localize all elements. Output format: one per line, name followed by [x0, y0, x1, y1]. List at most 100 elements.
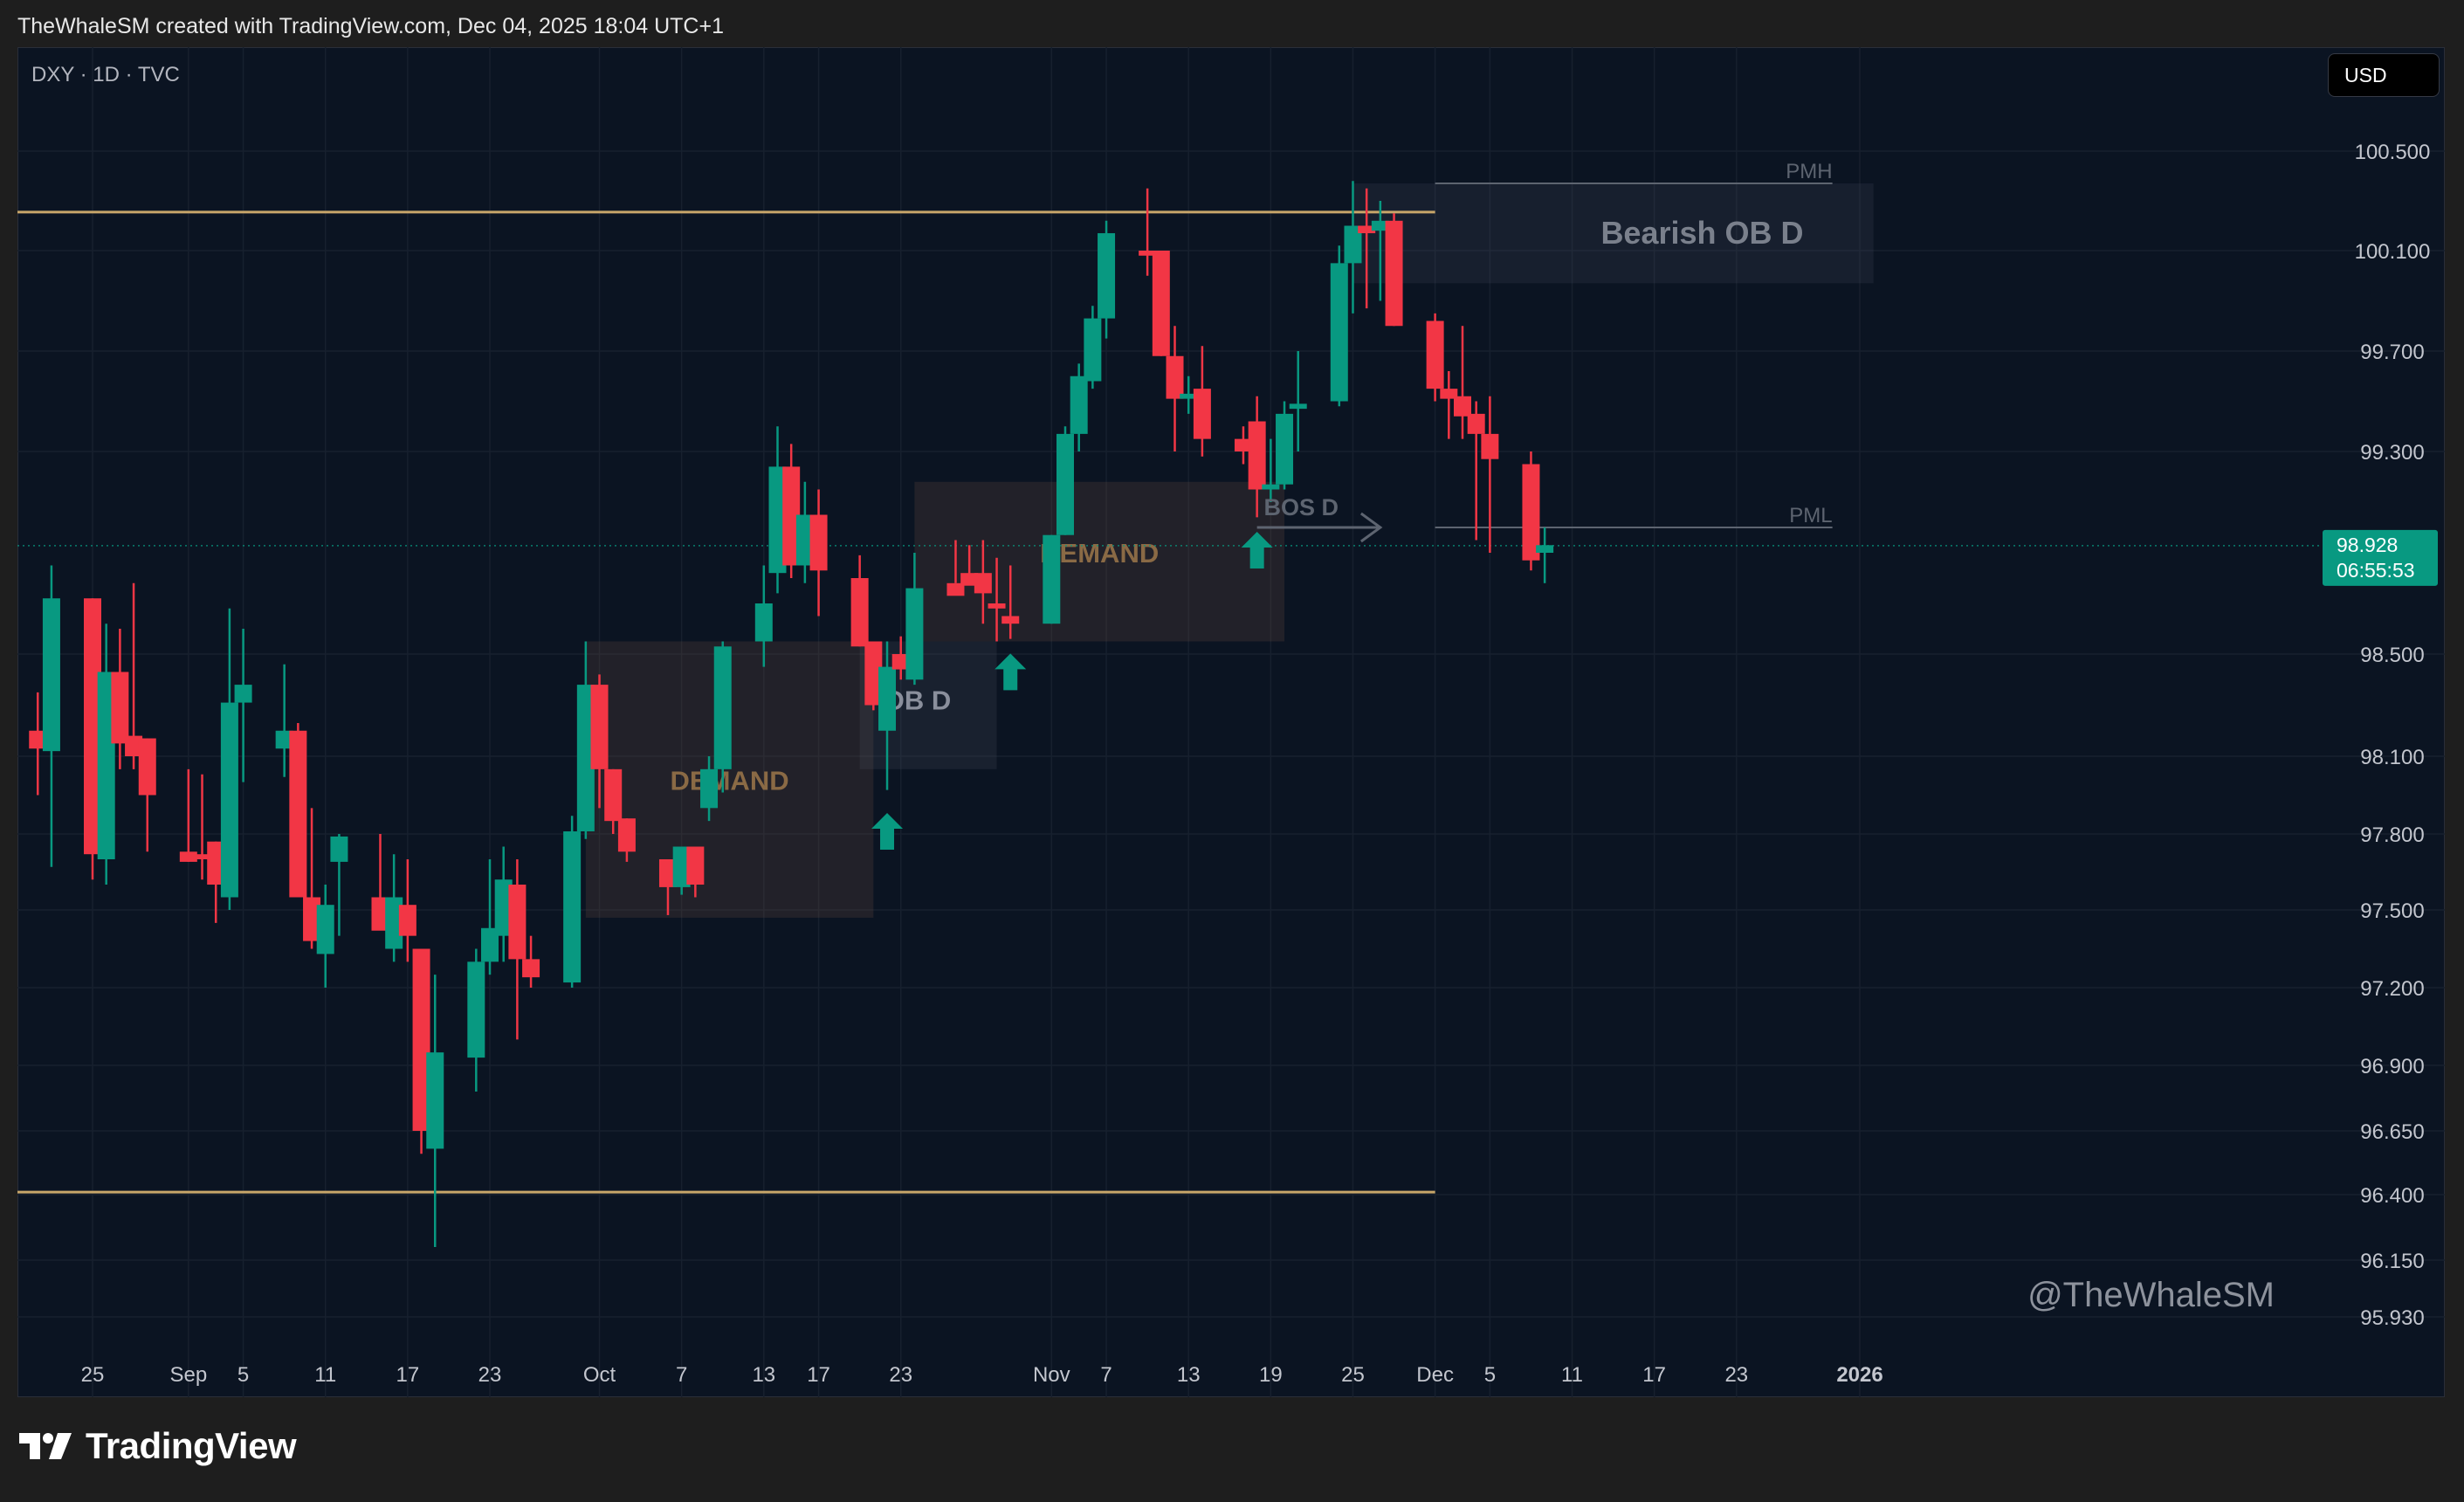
y-tick-label: 99.300 — [2360, 441, 2424, 465]
horizontal-levels: PMH PML — [17, 160, 2427, 1194]
y-tick-label: 96.900 — [2360, 1055, 2424, 1078]
candlestick-chart[interactable]: DEMANDOB DDEMANDBearish OB D PMHPML BOS … — [17, 47, 2445, 1397]
candle[interactable] — [604, 768, 623, 822]
brand-logo[interactable]: TradingView — [19, 1425, 297, 1467]
candle[interactable] — [1454, 396, 1471, 417]
candle[interactable] — [1385, 220, 1403, 327]
candle[interactable] — [1536, 545, 1554, 553]
candle[interactable] — [508, 885, 527, 960]
candle[interactable] — [878, 666, 897, 731]
candle[interactable] — [1481, 433, 1499, 459]
y-tick-label: 100.100 — [2355, 240, 2431, 264]
x-tick-label: Nov — [1033, 1363, 1070, 1387]
candle[interactable] — [426, 1052, 444, 1149]
candle[interactable] — [1289, 403, 1307, 410]
x-tick-label: 25 — [1341, 1363, 1365, 1387]
x-tick-label: 11 — [1561, 1363, 1583, 1387]
y-tick-label: 99.700 — [2360, 341, 2424, 364]
x-tick-label: 5 — [1484, 1363, 1496, 1387]
arrow-up-icon[interactable] — [871, 813, 904, 850]
x-tick-label: 7 — [1100, 1363, 1112, 1387]
x-tick-label: 17 — [1642, 1363, 1666, 1387]
zone-label: DEMAND — [671, 766, 789, 796]
candle[interactable] — [42, 598, 60, 752]
bos-label: BOS D — [1263, 494, 1339, 520]
y-tick-label: 96.400 — [2360, 1184, 2424, 1208]
candle[interactable] — [988, 603, 1006, 609]
candle[interactable] — [713, 646, 732, 769]
x-tick-label: 11 — [314, 1363, 336, 1387]
candle[interactable] — [330, 836, 348, 862]
candle[interactable] — [1001, 616, 1020, 624]
y-tick-label: 97.500 — [2360, 899, 2424, 923]
x-tick-label: 17 — [396, 1363, 420, 1387]
candle[interactable] — [1330, 263, 1348, 402]
x-tick-label: 2026 — [1836, 1363, 1882, 1387]
candle[interactable] — [1098, 233, 1116, 319]
candle[interactable] — [1426, 320, 1444, 389]
candle[interactable] — [1056, 433, 1074, 535]
candle[interactable] — [1152, 251, 1170, 356]
candle[interactable] — [1248, 421, 1266, 490]
candle[interactable] — [316, 905, 334, 954]
candle[interactable] — [700, 768, 719, 809]
candle[interactable] — [1043, 534, 1061, 624]
candle[interactable] — [1193, 389, 1211, 439]
candle[interactable] — [754, 603, 773, 642]
x-tick-label: 13 — [752, 1363, 775, 1387]
y-tick-label: 97.200 — [2360, 977, 2424, 1001]
candle[interactable] — [617, 818, 636, 852]
x-tick-label: 25 — [81, 1363, 105, 1387]
candle[interactable] — [686, 846, 705, 885]
candle[interactable] — [1070, 376, 1088, 434]
candle[interactable] — [974, 573, 992, 594]
symbol-label[interactable]: DXY · 1D · TVC — [31, 63, 180, 87]
candle[interactable] — [467, 961, 485, 1058]
x-tick-label: 13 — [1177, 1363, 1201, 1387]
x-tick-label: Oct — [583, 1363, 616, 1387]
line-label: PMH — [1786, 160, 1832, 183]
candle[interactable] — [398, 905, 416, 936]
candle[interactable] — [1084, 318, 1102, 382]
countdown-timer: 06:55:53 — [2337, 559, 2415, 582]
candle[interactable] — [522, 959, 540, 978]
x-tick-label: 7 — [676, 1363, 687, 1387]
x-tick-label: 23 — [889, 1363, 912, 1387]
candle[interactable] — [850, 578, 869, 647]
x-tick-label: Dec — [1416, 1363, 1454, 1387]
x-tick-label: 23 — [1724, 1363, 1748, 1387]
grid-lines — [17, 47, 2445, 1397]
y-tick-label: 100.500 — [2355, 141, 2431, 164]
time-axis: 25 Sep 5 11 17 23 Oct 7 13 17 23 Nov 7 13 19 25 Dec 5 11 17… — [81, 1363, 1883, 1387]
candle[interactable] — [220, 702, 238, 898]
x-tick-label: 17 — [807, 1363, 830, 1387]
candle[interactable] — [1276, 413, 1294, 485]
header-credit: TheWhaleSM created with TradingView.com,… — [17, 14, 724, 38]
y-tick-label: 96.150 — [2360, 1250, 2424, 1273]
candle[interactable] — [809, 514, 828, 571]
candle[interactable] — [590, 685, 609, 769]
y-tick-label: 98.500 — [2360, 644, 2424, 667]
candle[interactable] — [289, 730, 307, 898]
brand-name: TradingView — [86, 1425, 297, 1466]
y-tick-label: 96.650 — [2360, 1120, 2424, 1144]
watermark: @TheWhaleSM — [2027, 1276, 2275, 1314]
x-tick-label: Sep — [169, 1363, 207, 1387]
tradingview-logo-icon — [19, 1433, 72, 1459]
zone-label: Bearish OB D — [1600, 215, 1803, 251]
x-tick-label: 19 — [1259, 1363, 1283, 1387]
candle[interactable] — [563, 831, 582, 983]
candle[interactable] — [234, 685, 252, 703]
candle[interactable] — [1467, 413, 1485, 434]
x-tick-label: 23 — [478, 1363, 502, 1387]
y-tick-label: 95.930 — [2360, 1306, 2424, 1330]
price-axis: 100.500 100.100 99.700 99.300 98.500 98.100 97… — [2323, 141, 2438, 1330]
y-tick-label: 98.100 — [2360, 746, 2424, 769]
arrow-up-icon[interactable] — [995, 653, 1027, 691]
currency-button[interactable]: USD — [2328, 53, 2440, 97]
candle[interactable] — [905, 588, 924, 680]
candle[interactable] — [1166, 355, 1184, 399]
candle[interactable] — [1262, 484, 1280, 490]
candle[interactable] — [111, 672, 129, 744]
candle[interactable] — [138, 738, 156, 796]
